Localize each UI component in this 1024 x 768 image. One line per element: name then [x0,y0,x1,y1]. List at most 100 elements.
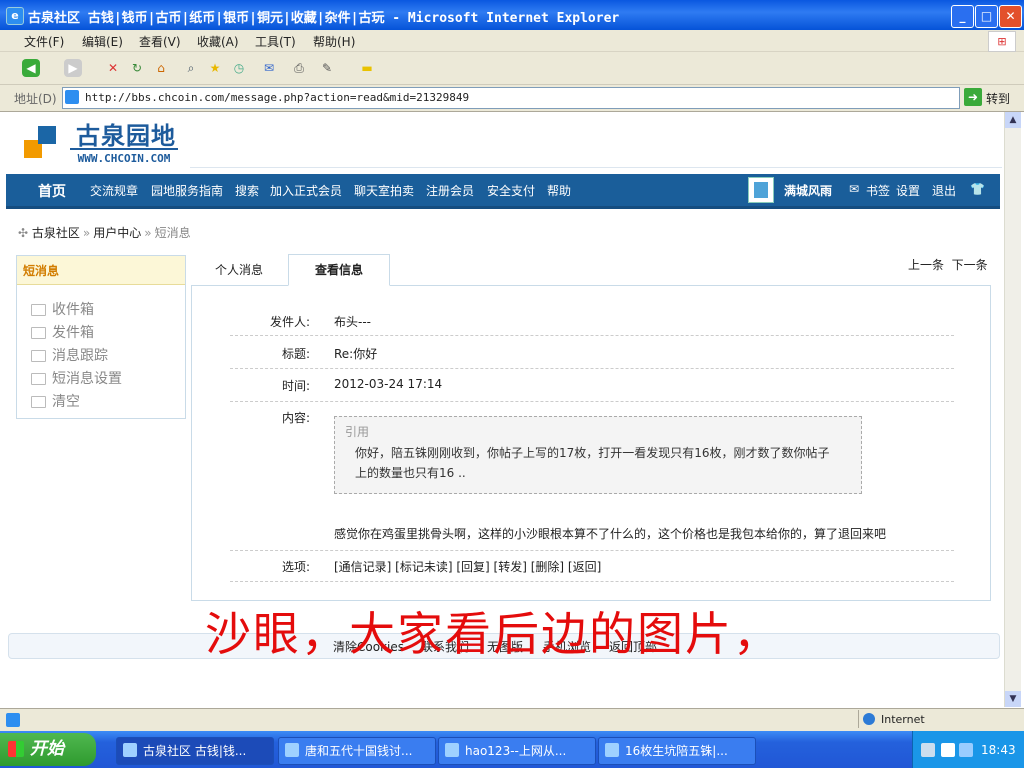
shirt-icon[interactable]: 👕 [970,182,985,196]
favorites-star-icon[interactable]: ★ [206,59,224,77]
message-options[interactable]: [通信记录] [标记未读] [回复] [转发] [删除] [返回] [334,558,601,575]
ie-icon [285,743,299,757]
subject-value: Re:你好 [334,347,378,361]
vertical-scrollbar[interactable]: ▲ ▼ [1004,112,1021,707]
mail-icon[interactable]: ✉ [260,59,278,77]
quote-box: 引用 你好，陪五铢刚刚收到，你帖子上写的17枚，打开一看发现只有16枚，刚才数了… [334,416,862,494]
start-button[interactable]: 开始 [0,733,96,766]
network-icon[interactable] [921,743,935,757]
security-icon[interactable] [959,743,973,757]
menu-view[interactable]: 查看(V) [139,33,181,50]
security-zone: Internet [858,710,1007,728]
site-url: WWW.CHCOIN.COM [70,148,178,165]
sender-value[interactable]: 布头--- [334,313,371,330]
sidebar-item-inbox[interactable]: 收件箱 [31,299,94,319]
folder-icon [31,373,46,385]
nav-item-payment[interactable]: 安全支付 [487,182,535,199]
ie-icon: e [6,7,24,25]
site-name: 古泉园地 [76,121,176,150]
nav-item-guide[interactable]: 园地服务指南 [151,182,223,199]
toolbar: ◀ ▶ ✕ ↻ ⌂ ⌕ ★ ◷ ✉ ⎙ ✎ ▬ [0,52,1024,85]
sidebar-item-clear[interactable]: 清空 [31,391,80,411]
maximize-button[interactable]: □ [975,5,998,28]
clock: 18:43 [981,743,1016,757]
menu-file[interactable]: 文件(F) [24,33,64,50]
mail-icon: ✉ [849,182,860,196]
system-tray: 18:43 [912,731,1024,768]
print-icon[interactable]: ⎙ [290,59,308,77]
globe-icon [863,713,875,725]
folder-icon [31,304,46,316]
ie-icon [123,743,137,757]
address-url: http://bbs.chcoin.com/message.php?action… [85,91,470,104]
taskbar-item-4[interactable]: 16枚生坑陪五铢|... [598,737,756,765]
scroll-up-icon[interactable]: ▲ [1005,112,1021,128]
home-icon[interactable]: ⌂ [152,59,170,77]
taskbar-item-1[interactable]: 古泉社区 古钱|钱... [116,737,274,765]
ie-icon [605,743,619,757]
nav-item-rules[interactable]: 交流规章 [90,182,138,199]
minimize-button[interactable]: _ [951,5,974,28]
sender-row: 发件人: 布头--- [230,303,954,336]
quote-label: 引用 [345,425,370,439]
taskbar-item-2[interactable]: 唐和五代十国钱讨... [278,737,436,765]
tab-personal-messages[interactable]: 个人消息 [200,255,278,285]
history-icon[interactable]: ◷ [230,59,248,77]
go-button[interactable]: 转到 [986,90,1010,107]
stop-icon[interactable]: ✕ [104,59,122,77]
windows-logo-icon: ⊞ [988,31,1016,52]
avatar[interactable] [748,177,774,203]
quote-text: 你好，陪五铢刚刚收到，你帖子上写的17枚，打开一看发现只有16枚，刚才数了数你帖… [355,446,830,480]
menu-bar: 文件(F) 编辑(E) 查看(V) 收藏(A) 工具(T) 帮助(H) ⊞ [0,30,1024,52]
sidebar-item-outbox[interactable]: 发件箱 [31,322,94,342]
nav-item-search[interactable]: 搜索 [235,182,259,199]
pager: 上一条 下一条 [908,256,988,273]
taskbar-item-3[interactable]: hao123--上网从... [438,737,596,765]
move-icon: ✣ [18,226,29,240]
nav-logout[interactable]: 退出 [932,182,956,199]
menu-help[interactable]: 帮助(H) [313,33,355,50]
go-arrow-icon[interactable]: ➜ [964,88,982,106]
title-bar: e 古泉社区 古钱|钱币|古币|纸币|银币|铜元|收藏|杂件|古玩 - Micr… [0,0,1024,30]
nav-bookmark[interactable]: 书签 [866,182,890,199]
zone-label: Internet [881,713,925,726]
menu-favorites[interactable]: 收藏(A) [197,33,239,50]
nav-item-join[interactable]: 加入正式会员 [270,182,342,199]
discuss-icon[interactable]: ▬ [358,59,376,77]
nav-item-help[interactable]: 帮助 [547,182,571,199]
nav-item-register[interactable]: 注册会员 [426,182,474,199]
sidebar-item-tracking[interactable]: 消息跟踪 [31,345,108,365]
window-title: 古泉社区 古钱|钱币|古币|纸币|银币|铜元|收藏|杂件|古玩 - Micros… [28,11,620,26]
time-value: 2012-03-24 17:14 [334,377,443,391]
breadcrumb-user-center[interactable]: 用户中心 [93,226,141,240]
scroll-down-icon[interactable]: ▼ [1005,691,1021,707]
sidebar-title: 短消息 [23,264,60,278]
subject-row: 标题: Re:你好 [230,336,954,369]
address-bar: 地址(D) http://bbs.chcoin.com/message.php?… [0,85,1024,112]
prev-message-link[interactable]: 上一条 [908,258,944,272]
next-message-link[interactable]: 下一条 [952,258,988,272]
search-icon[interactable]: ⌕ [182,59,200,77]
ie-icon [445,743,459,757]
refresh-icon[interactable]: ↻ [128,59,146,77]
sidebar-item-settings[interactable]: 短消息设置 [31,368,122,388]
breadcrumb-community[interactable]: 古泉社区 [32,226,80,240]
menu-tools[interactable]: 工具(T) [255,33,296,50]
tab-view-message[interactable]: 查看信息 [288,254,390,286]
page-icon [65,90,79,104]
address-label: 地址(D) [14,92,57,106]
message-body: 感觉你在鸡蛋里挑骨头啊，这样的小沙眼根本算不了什么的，这个价格也是我包本给你的，… [334,527,887,541]
username[interactable]: 满城风雨 [784,182,832,199]
nav-home[interactable]: 首页 [38,181,66,201]
site-logo[interactable] [24,126,64,162]
close-button[interactable]: ✕ [999,5,1022,28]
nav-item-auction[interactable]: 聊天室拍卖 [354,182,414,199]
nav-settings[interactable]: 设置 [896,182,920,199]
address-input[interactable]: http://bbs.chcoin.com/message.php?action… [62,87,960,109]
menu-edit[interactable]: 编辑(E) [82,33,123,50]
shield-icon[interactable] [941,743,955,757]
back-icon[interactable]: ◀ [22,59,40,77]
status-bar: Internet [0,708,1024,731]
forward-icon[interactable]: ▶ [64,59,82,77]
edit-icon[interactable]: ✎ [318,59,336,77]
